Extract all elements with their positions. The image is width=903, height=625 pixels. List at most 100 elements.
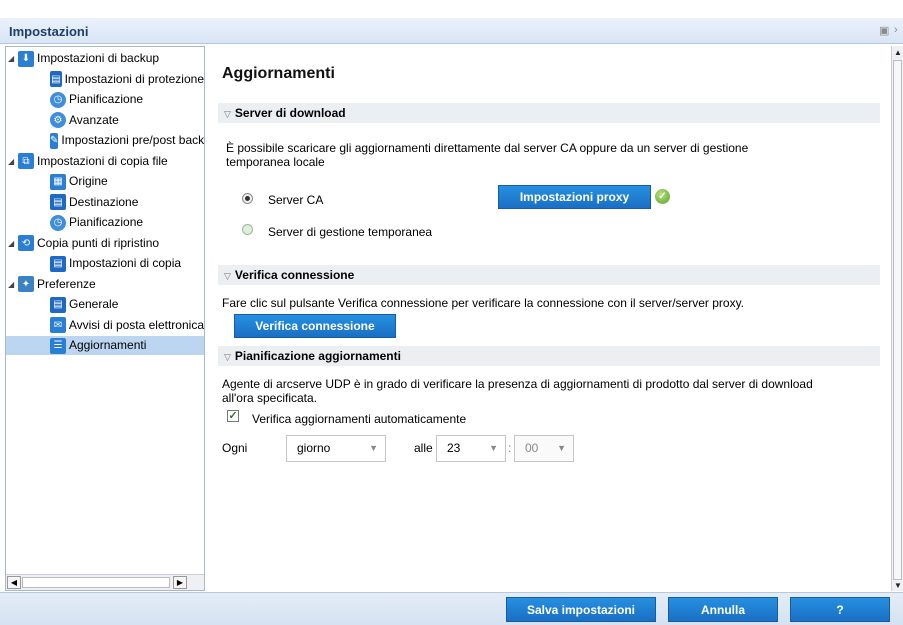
recovery-point-icon: ⟲ bbox=[18, 235, 34, 251]
document-icon: ▤ bbox=[50, 194, 66, 210]
scroll-up-icon[interactable]: ▲ bbox=[893, 48, 903, 58]
radio-server-ca[interactable] bbox=[242, 193, 253, 204]
main-panel: Aggiornamenti ▽ Server di download È poss… bbox=[206, 46, 891, 591]
every-label: Ogni bbox=[222, 441, 248, 455]
footer-bar: Salva impostazioni Annulla ? bbox=[0, 592, 903, 625]
save-settings-button[interactable]: Salva impostazioni bbox=[506, 597, 656, 622]
chevron-down-icon: ▼ bbox=[489, 443, 498, 453]
verify-connection-button[interactable]: Verifica connessione bbox=[234, 314, 396, 338]
at-label: alle bbox=[414, 441, 433, 455]
tree-item[interactable]: ☰ Aggiornamenti bbox=[6, 336, 204, 355]
scroll-right-icon[interactable]: ▶ bbox=[173, 576, 187, 589]
maximize-icon[interactable]: ▣ bbox=[879, 24, 889, 37]
collapse-icon[interactable]: ▽ bbox=[224, 271, 231, 281]
scroll-thumb[interactable] bbox=[893, 60, 902, 580]
source-icon: ▦ bbox=[50, 173, 66, 190]
connection-description: Fare clic sul pulsante Verifica connessi… bbox=[222, 296, 745, 310]
updates-icon: ☰ bbox=[50, 337, 66, 354]
tree-horizontal-scrollbar[interactable]: ◀ ▶ bbox=[6, 574, 204, 590]
window-titlebar: Impostazioni ▣ › bbox=[0, 18, 903, 44]
frequency-select[interactable]: giorno ▼ bbox=[286, 435, 386, 462]
hour-select[interactable]: 23 ▼ bbox=[436, 435, 506, 462]
hour-value: 23 bbox=[447, 441, 461, 455]
radio-staging-server[interactable] bbox=[242, 224, 253, 235]
tree-item[interactable]: ◢ ⧉ Impostazioni di copia file bbox=[8, 152, 204, 171]
tree-item-label: Impostazioni di copia file bbox=[37, 153, 168, 168]
expand-arrow-icon[interactable]: ◢ bbox=[8, 275, 18, 294]
minute-select[interactable]: 00 ▼ bbox=[514, 435, 574, 462]
minute-value: 00 bbox=[525, 441, 539, 455]
collapse-icon[interactable]: ▽ bbox=[224, 109, 231, 119]
tree-item-label: Copia punti di ripristino bbox=[37, 235, 160, 250]
tree-item-label: Avvisi di posta elettronica bbox=[68, 317, 204, 332]
section-verify-connection[interactable]: ▽ Verifica connessione bbox=[218, 265, 880, 285]
section-header-label: Server di download bbox=[234, 106, 346, 120]
close-icon[interactable]: › bbox=[894, 24, 898, 36]
tree-item[interactable]: ▤ Impostazioni di copia bbox=[50, 254, 204, 273]
chevron-down-icon: ▼ bbox=[557, 443, 566, 453]
tree-item[interactable]: ⚙ Avanzate bbox=[50, 111, 204, 130]
tree-item-label: Pianificazione bbox=[69, 215, 144, 229]
tree-item-label: Origine bbox=[69, 174, 108, 188]
time-separator: : bbox=[508, 441, 512, 455]
file-copy-icon: ⧉ bbox=[18, 153, 34, 169]
tree-item-label: Impostazioni di copia bbox=[69, 256, 182, 270]
tree-item[interactable]: ◢ ⬇ Impostazioni di backup bbox=[8, 49, 204, 68]
preferences-icon: ✦ bbox=[18, 276, 34, 292]
tree-item[interactable]: ✎ Impostazioni pre/post backup bbox=[50, 131, 204, 150]
tree-item[interactable]: ▤ Destinazione bbox=[50, 193, 204, 212]
tree-item-label: Preferenze bbox=[37, 276, 96, 291]
clock-icon: ◷ bbox=[50, 91, 66, 108]
email-icon: ✉ bbox=[50, 317, 66, 333]
staging-server-label: Server di gestione temporanea bbox=[268, 225, 433, 239]
auto-check-label: Verifica aggiornamenti automaticamente bbox=[252, 412, 467, 426]
section-update-schedule[interactable]: ▽ Pianificazione aggiornamenti bbox=[218, 346, 880, 366]
download-description-line1: È possibile scaricare gli aggiornamenti … bbox=[226, 141, 749, 155]
scroll-thumb[interactable] bbox=[22, 577, 170, 588]
document-icon: ▤ bbox=[50, 296, 66, 313]
server-ca-label: Server CA bbox=[268, 193, 324, 207]
proxy-settings-button[interactable]: Impostazioni proxy bbox=[498, 185, 651, 209]
frequency-value: giorno bbox=[297, 441, 331, 455]
clock-icon: ◷ bbox=[50, 214, 66, 231]
expand-arrow-icon[interactable]: ◢ bbox=[8, 152, 18, 171]
tree-item[interactable]: ✉ Avvisi di posta elettronica bbox=[50, 316, 204, 335]
schedule-description-line2: all'ora specificata. bbox=[222, 391, 318, 405]
document-icon: ▤ bbox=[50, 71, 62, 87]
tree-item[interactable]: ◢ ⟲ Copia punti di ripristino bbox=[8, 234, 204, 253]
tree-item[interactable]: ◷ Pianificazione bbox=[50, 90, 204, 109]
connection-ok-icon: ✓ bbox=[655, 189, 670, 204]
tree-item[interactable]: ◢ ✦ Preferenze bbox=[8, 275, 204, 294]
chevron-down-icon: ▼ bbox=[369, 443, 378, 453]
main-vertical-scrollbar[interactable]: ▲ ▼ bbox=[891, 46, 903, 591]
tree-item[interactable]: ▦ Origine bbox=[50, 172, 204, 191]
expand-arrow-icon[interactable]: ◢ bbox=[8, 234, 18, 253]
section-header-label: Verifica connessione bbox=[234, 268, 355, 282]
tree-item-label: Impostazioni di protezione bbox=[64, 71, 204, 86]
schedule-description-line1: Agente di arcserve UDP è in grado di ver… bbox=[222, 377, 813, 391]
settings-tree: ◢ ⬇ Impostazioni di backup ▤ Impostazioni di… bbox=[5, 46, 205, 591]
tree-item-label: Impostazioni pre/post backup bbox=[61, 133, 205, 147]
scroll-left-icon[interactable]: ◀ bbox=[7, 576, 21, 589]
section-header-label: Pianificazione aggiornamenti bbox=[234, 349, 401, 363]
cancel-button[interactable]: Annulla bbox=[668, 597, 778, 622]
script-icon: ✎ bbox=[50, 132, 59, 149]
tree-item-label: Generale bbox=[69, 297, 119, 311]
document-icon: ▤ bbox=[50, 255, 66, 272]
tree-item-label: Destinazione bbox=[69, 194, 139, 209]
backup-icon: ⬇ bbox=[18, 50, 34, 67]
gear-icon: ⚙ bbox=[50, 112, 66, 128]
help-button[interactable]: ? bbox=[790, 597, 890, 622]
tree-item[interactable]: ▤ Impostazioni di protezione bbox=[50, 70, 204, 89]
collapse-icon[interactable]: ▽ bbox=[224, 352, 231, 362]
section-download-server[interactable]: ▽ Server di download bbox=[218, 103, 880, 123]
tree-item-label: Aggiornamenti bbox=[69, 338, 147, 352]
download-description-line2: temporanea locale bbox=[226, 155, 325, 169]
tree-item-label: Pianificazione bbox=[69, 92, 144, 106]
tree-item[interactable]: ▤ Generale bbox=[50, 295, 204, 314]
expand-arrow-icon[interactable]: ◢ bbox=[8, 49, 18, 68]
auto-check-checkbox[interactable]: ✓ bbox=[227, 410, 239, 422]
scroll-down-icon[interactable]: ▼ bbox=[893, 581, 903, 591]
tree-item[interactable]: ◷ Pianificazione bbox=[50, 213, 204, 232]
tree-item-label: Impostazioni di backup bbox=[37, 51, 160, 65]
